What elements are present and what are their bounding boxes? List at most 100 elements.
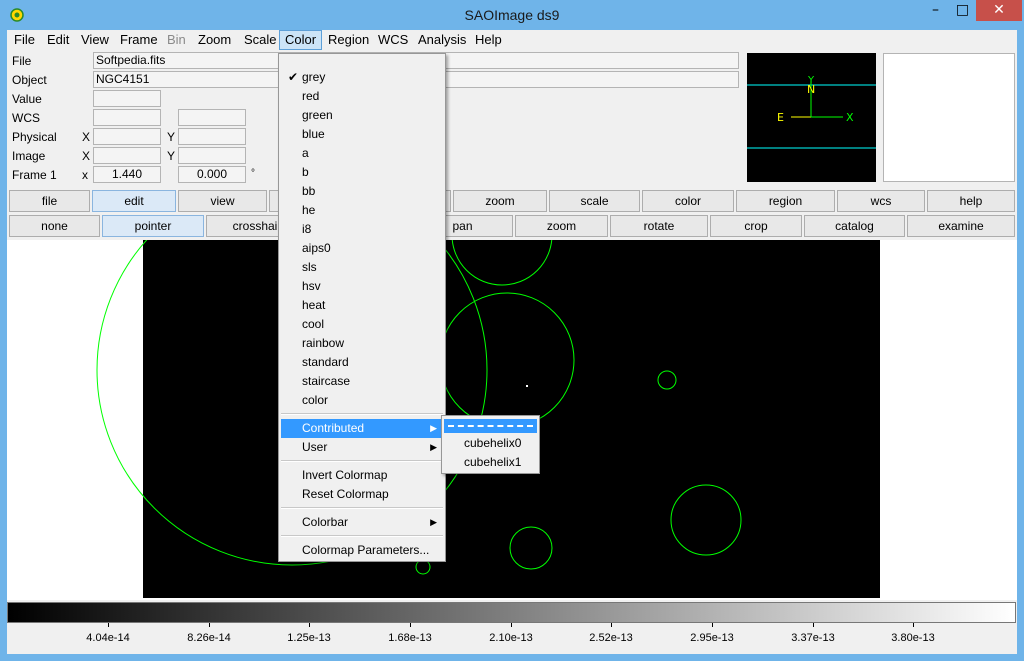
button-crop[interactable]: crop: [710, 215, 802, 237]
button-zoom[interactable]: zoom: [453, 190, 547, 212]
menu-user[interactable]: User ▶: [281, 438, 443, 457]
menu-help[interactable]: Help: [470, 30, 507, 50]
tick-mark: [611, 623, 612, 627]
tick-label: 3.37e-13: [791, 632, 835, 644]
menu-color[interactable]: Color: [279, 30, 323, 50]
color-menu: ✔ grey red green blue a b bb he i8 aips0 …: [278, 53, 446, 562]
object-label: Object: [12, 73, 47, 87]
colormap-green[interactable]: green: [281, 106, 443, 125]
colormap-a[interactable]: a: [281, 144, 443, 163]
colormap-rainbow[interactable]: rainbow: [281, 334, 443, 353]
menu-colormap-parameters[interactable]: Colormap Parameters...: [281, 541, 443, 560]
tick-mark: [712, 623, 713, 627]
close-button[interactable]: ✕: [976, 0, 1022, 21]
menu-scale[interactable]: Scale: [239, 30, 282, 50]
frame-unit-label: °: [251, 168, 255, 179]
image-x-field: [93, 147, 161, 164]
client-area: File Edit View Frame Bin Zoom Scale Colo…: [7, 30, 1017, 654]
menu-separator: [281, 507, 443, 509]
colormap-blue[interactable]: blue: [281, 125, 443, 144]
button-examine[interactable]: examine: [907, 215, 1015, 237]
frame-label: Frame 1: [12, 168, 57, 182]
image-y-field: [178, 147, 246, 164]
tick-mark: [209, 623, 210, 627]
menu-contributed[interactable]: Contributed ▶: [281, 419, 443, 438]
button-wcs[interactable]: wcs: [837, 190, 925, 212]
minimize-button[interactable]: –: [922, 0, 949, 21]
menu-separator: [281, 413, 443, 415]
tick-mark: [913, 623, 914, 627]
menu-frame[interactable]: Frame: [115, 30, 163, 50]
colormap-red[interactable]: red: [281, 87, 443, 106]
tick-label: 8.26e-14: [187, 632, 231, 644]
image-x-label: X: [82, 149, 91, 163]
menu-analysis[interactable]: Analysis: [413, 30, 471, 50]
button-none[interactable]: none: [9, 215, 100, 237]
wcs-y-field: [178, 109, 246, 126]
ds9-window: SAOImage ds9 – □ ✕ File Edit View Frame …: [0, 0, 1024, 661]
menu-wcs[interactable]: WCS: [373, 30, 413, 50]
menu-view[interactable]: View: [76, 30, 114, 50]
button-file[interactable]: file: [9, 190, 90, 212]
frame-x-label: x: [82, 168, 88, 182]
button-region[interactable]: region: [736, 190, 835, 212]
panner-y-label: Y: [807, 75, 815, 86]
tearoff-line[interactable]: [444, 419, 537, 433]
colorbar-ticks: 4.04e-14 8.26e-14 1.25e-13 1.68e-13 2.10…: [7, 623, 1017, 654]
colormap-cool[interactable]: cool: [281, 315, 443, 334]
button-pointer[interactable]: pointer: [102, 215, 204, 237]
colormap-cubehelix1[interactable]: cubehelix1: [444, 453, 537, 471]
colormap-standard[interactable]: standard: [281, 353, 443, 372]
file-label: File: [12, 54, 32, 68]
menu-reset-colormap[interactable]: Reset Colormap: [281, 485, 443, 504]
physical-label: Physical: [12, 130, 57, 144]
button-scale[interactable]: scale: [549, 190, 640, 212]
menu-invert-colormap[interactable]: Invert Colormap: [281, 466, 443, 485]
button-zoom-mode[interactable]: zoom: [515, 215, 608, 237]
colormap-heat[interactable]: heat: [281, 296, 443, 315]
menu-bar: File Edit View Frame Bin Zoom Scale Colo…: [7, 30, 1017, 50]
tick-label: 2.95e-13: [690, 632, 734, 644]
value-field: [93, 90, 161, 107]
colorbar[interactable]: [7, 602, 1016, 623]
tick-label: 1.25e-13: [287, 632, 331, 644]
physical-y-label: Y: [167, 130, 176, 144]
colormap-staircase[interactable]: staircase: [281, 372, 443, 391]
colormap-he[interactable]: he: [281, 201, 443, 220]
tick-mark: [410, 623, 411, 627]
menu-region[interactable]: Region: [323, 30, 374, 50]
colormap-bb[interactable]: bb: [281, 182, 443, 201]
colormap-b[interactable]: b: [281, 163, 443, 182]
button-view[interactable]: view: [178, 190, 267, 212]
tick-label: 2.10e-13: [489, 632, 533, 644]
physical-x-label: X: [82, 130, 91, 144]
colormap-color[interactable]: color: [281, 391, 443, 410]
menu-file[interactable]: File: [9, 30, 40, 50]
image-label: Image: [12, 149, 46, 163]
colormap-aips0[interactable]: aips0: [281, 239, 443, 258]
button-edit[interactable]: edit: [92, 190, 176, 212]
colormap-grey[interactable]: ✔ grey: [281, 68, 443, 87]
window-title: SAOImage ds9: [464, 7, 560, 23]
magnifier-view: [883, 53, 1015, 182]
colormap-sls[interactable]: sls: [281, 258, 443, 277]
title-bar[interactable]: SAOImage ds9 – □ ✕: [0, 0, 1024, 30]
colormap-i8[interactable]: i8: [281, 220, 443, 239]
button-color[interactable]: color: [642, 190, 734, 212]
submenu-arrow-icon: ▶: [430, 517, 437, 527]
panner-view[interactable]: N Y E X: [747, 53, 876, 182]
colormap-cubehelix0[interactable]: cubehelix0: [444, 434, 537, 452]
value-label: Value: [12, 92, 42, 106]
menu-edit[interactable]: Edit: [42, 30, 74, 50]
menu-zoom[interactable]: Zoom: [193, 30, 236, 50]
menu-colorbar[interactable]: Colorbar ▶: [281, 513, 443, 532]
tick-mark: [813, 623, 814, 627]
tick-mark: [309, 623, 310, 627]
button-catalog[interactable]: catalog: [804, 215, 905, 237]
menu-bin[interactable]: Bin: [162, 30, 191, 50]
physical-y-field: [178, 128, 246, 145]
maximize-button[interactable]: □: [949, 0, 976, 21]
colormap-hsv[interactable]: hsv: [281, 277, 443, 296]
button-help[interactable]: help: [927, 190, 1015, 212]
button-rotate[interactable]: rotate: [610, 215, 708, 237]
